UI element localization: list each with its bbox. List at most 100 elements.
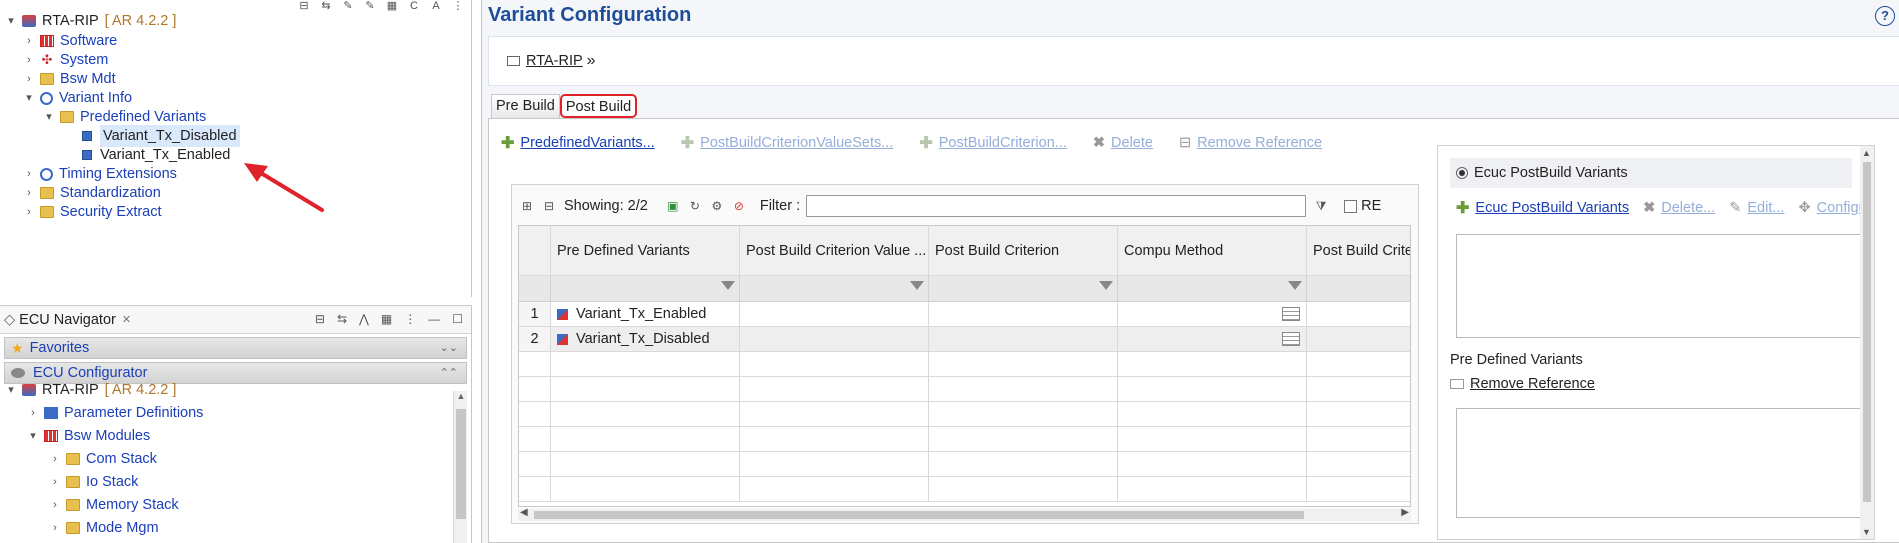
link-editor-icon[interactable]: ⇆ bbox=[337, 312, 347, 326]
filter-options-icon[interactable]: ⧩ bbox=[1314, 199, 1328, 213]
view-menu-icon[interactable]: ⋮ bbox=[451, 0, 465, 12]
sync-icon[interactable]: ✎ bbox=[363, 0, 377, 12]
table-icon[interactable] bbox=[1282, 307, 1300, 321]
remove-reference-link[interactable]: Remove Reference bbox=[1197, 135, 1322, 151]
column-header[interactable]: Post Build Criterion Value ... bbox=[740, 226, 929, 275]
chevron-up-icon[interactable]: ⌃⌃ bbox=[440, 362, 458, 384]
predefined-variants-link[interactable]: PredefinedVariants... bbox=[520, 135, 654, 151]
chevron-right-icon[interactable]: › bbox=[48, 494, 62, 516]
regex-checkbox[interactable] bbox=[1344, 199, 1358, 213]
compu-method-cell[interactable] bbox=[1118, 327, 1307, 351]
scrollbar-thumb[interactable] bbox=[456, 409, 466, 519]
variant-cell[interactable]: Variant_Tx_Enabled bbox=[551, 302, 740, 326]
side-edit-action[interactable]: ✎ Edit... bbox=[1729, 198, 1784, 218]
excel-export-icon[interactable]: ▣ bbox=[666, 199, 680, 213]
filter-icon[interactable]: ✎ bbox=[341, 0, 355, 12]
chevron-right-icon[interactable]: › bbox=[22, 201, 36, 223]
funnel-icon[interactable] bbox=[910, 281, 924, 290]
scroll-up-icon[interactable]: ▲ bbox=[1862, 148, 1871, 158]
settings-icon[interactable]: ⚙ bbox=[710, 199, 724, 213]
criterion-cell[interactable] bbox=[929, 302, 1118, 326]
nav-item-parameter-definitions[interactable]: › Parameter Definitions bbox=[26, 402, 203, 424]
add-predefined-variants-action[interactable]: ✚ PredefinedVariants... bbox=[501, 133, 655, 153]
side-panel-header[interactable]: Ecuc PostBuild Variants bbox=[1450, 158, 1852, 188]
column-header[interactable]: Post Build Criterion bbox=[929, 226, 1118, 275]
table-icon[interactable] bbox=[1282, 332, 1300, 346]
nav-item-io-stack[interactable]: › Io Stack bbox=[48, 471, 138, 493]
filter-input[interactable] bbox=[806, 195, 1307, 217]
add-ecuc-postbuild-variants-action[interactable]: ✚ Ecuc PostBuild Variants bbox=[1456, 198, 1629, 218]
chevron-down-icon[interactable]: ⌄⌄ bbox=[440, 337, 458, 359]
navigator-scrollbar[interactable]: ▲ bbox=[453, 391, 467, 543]
collapse-all-icon[interactable]: ⊟ bbox=[315, 312, 325, 326]
chevron-right-icon[interactable]: › bbox=[48, 448, 62, 470]
tab-post-build[interactable]: Post Build bbox=[559, 94, 638, 118]
nav-item-mode-mgm[interactable]: › Mode Mgm bbox=[48, 517, 158, 539]
collapse-all-icon[interactable]: ⊟ bbox=[542, 199, 556, 213]
refresh-icon[interactable]: C bbox=[407, 0, 421, 12]
scroll-down-icon[interactable]: ▼ bbox=[1862, 527, 1871, 537]
side-configure-action[interactable]: ✥ Configu bbox=[1798, 198, 1866, 218]
scrollbar-thumb[interactable] bbox=[534, 511, 1304, 519]
column-header[interactable]: Post Build Criteri bbox=[1307, 226, 1410, 275]
side-edit-link[interactable]: Edit... bbox=[1747, 200, 1784, 216]
table-row[interactable]: 2 Variant_Tx_Disabled bbox=[519, 327, 1410, 352]
nav-tree-root[interactable]: ▾ RTA-RIP [ AR 4.2.2 ] bbox=[4, 379, 176, 401]
minimize-icon[interactable]: — bbox=[428, 312, 440, 326]
chevron-down-icon[interactable]: ▾ bbox=[4, 379, 18, 401]
add-criterion-value-sets-action[interactable]: ✚ PostBuildCriterionValueSets... bbox=[681, 133, 894, 153]
remove-reference-action[interactable]: ⊟ Remove Reference bbox=[1179, 133, 1322, 153]
close-icon[interactable]: ✕ bbox=[122, 313, 131, 326]
add-criterion-action[interactable]: ✚ PostBuildCriterion... bbox=[919, 133, 1067, 153]
grid-icon[interactable]: ▦ bbox=[385, 0, 399, 12]
scroll-right-icon[interactable]: ▶ bbox=[1401, 507, 1409, 518]
criterion-cell-2[interactable] bbox=[1307, 302, 1410, 326]
collapse-all-icon[interactable]: ⊟ bbox=[297, 0, 311, 12]
table-horizontal-scrollbar[interactable]: ◀ ▶ bbox=[518, 507, 1411, 521]
scrollbar-thumb[interactable] bbox=[1863, 162, 1871, 502]
chevron-down-icon[interactable]: ▾ bbox=[26, 425, 40, 447]
grid-icon[interactable]: ▦ bbox=[381, 312, 392, 326]
scroll-left-icon[interactable]: ◀ bbox=[520, 507, 528, 518]
tab-pre-build[interactable]: Pre Build bbox=[491, 94, 560, 118]
variant-cell[interactable]: Variant_Tx_Disabled bbox=[551, 327, 740, 351]
ecuc-postbuild-variants-link[interactable]: Ecuc PostBuild Variants bbox=[1475, 200, 1629, 216]
side-remove-reference-link[interactable]: Remove Reference bbox=[1470, 376, 1595, 392]
radio-icon[interactable] bbox=[1456, 167, 1468, 179]
criterion-cell[interactable] bbox=[929, 327, 1118, 351]
breadcrumb-separator-icon[interactable]: » bbox=[587, 52, 596, 70]
criterion-value-cell[interactable] bbox=[740, 327, 929, 351]
delete-action[interactable]: ✖ Delete bbox=[1093, 133, 1153, 153]
pre-defined-variants-list[interactable] bbox=[1456, 408, 1860, 518]
nav-item-bsw-modules[interactable]: ▾ Bsw Modules bbox=[26, 425, 150, 447]
link-editor-icon[interactable]: ⇆ bbox=[319, 0, 333, 12]
help-icon[interactable]: ? bbox=[1875, 6, 1895, 26]
column-header[interactable]: Compu Method bbox=[1118, 226, 1307, 275]
chevron-right-icon[interactable]: › bbox=[26, 402, 40, 424]
criterion-link[interactable]: PostBuildCriterion... bbox=[939, 135, 1067, 151]
table-row[interactable]: 1 Variant_Tx_Enabled bbox=[519, 302, 1410, 327]
column-header[interactable]: Pre Defined Variants bbox=[551, 226, 740, 275]
expand-all-icon[interactable]: ⊞ bbox=[520, 199, 534, 213]
criterion-value-sets-link[interactable]: PostBuildCriterionValueSets... bbox=[700, 135, 893, 151]
criterion-value-cell[interactable] bbox=[740, 302, 929, 326]
refresh-icon[interactable]: ↻ bbox=[688, 199, 702, 213]
compu-method-cell[interactable] bbox=[1118, 302, 1307, 326]
side-delete-link[interactable]: Delete... bbox=[1661, 200, 1715, 216]
clear-filter-icon[interactable]: ⊘ bbox=[732, 199, 746, 213]
nav-item-memory-stack[interactable]: › Memory Stack bbox=[48, 494, 179, 516]
criterion-cell-2[interactable] bbox=[1307, 327, 1410, 351]
maximize-icon[interactable]: ☐ bbox=[452, 312, 463, 326]
breadcrumb-link[interactable]: RTA-RIP bbox=[526, 53, 583, 69]
funnel-icon[interactable] bbox=[721, 281, 735, 290]
view-menu-icon[interactable]: ⋮ bbox=[404, 312, 416, 326]
chevron-right-icon[interactable]: › bbox=[48, 517, 62, 539]
delete-link[interactable]: Delete bbox=[1111, 135, 1153, 151]
scroll-up-icon[interactable]: ▲ bbox=[454, 391, 468, 401]
chevron-down-icon[interactable]: ▾ bbox=[4, 10, 18, 32]
tree-root[interactable]: ▾ RTA-RIP [ AR 4.2.2 ] bbox=[4, 10, 176, 32]
side-remove-reference-action[interactable]: Remove Reference bbox=[1450, 376, 1595, 392]
funnel-icon[interactable] bbox=[1288, 281, 1302, 290]
tree-item-security-extract[interactable]: › Security Extract bbox=[22, 201, 161, 223]
side-panel-scrollbar[interactable]: ▲ ▼ bbox=[1860, 146, 1874, 539]
